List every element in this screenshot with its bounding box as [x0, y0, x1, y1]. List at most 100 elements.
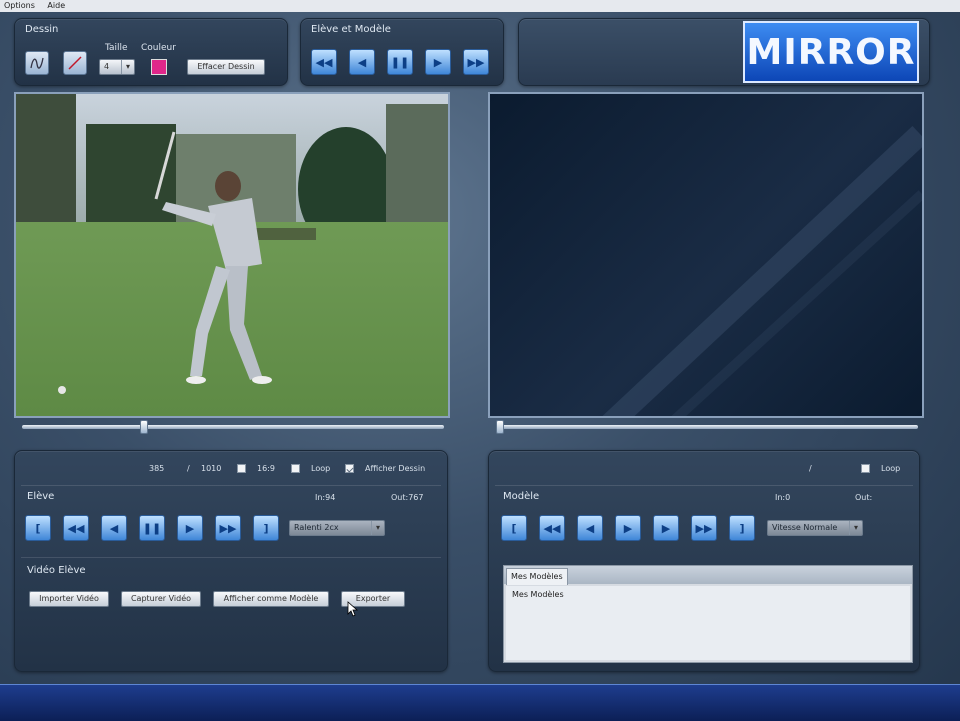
video-eleve-title: Vidéo Elève	[27, 565, 86, 576]
mark-in-button[interactable]: [	[25, 515, 51, 541]
logo-panel: MIRROR	[518, 18, 930, 86]
fast-forward-icon: ▶▶	[219, 521, 237, 535]
afficher-modele-button[interactable]: Afficher comme Modèle	[213, 591, 329, 607]
step-forward-button[interactable]: ▶	[177, 515, 203, 541]
pause-icon: ❚❚	[142, 521, 162, 535]
logo-text: MIRROR	[746, 31, 916, 73]
video-placeholder	[602, 125, 922, 416]
importer-video-button[interactable]: Importer Vidéo	[29, 591, 109, 607]
divider	[21, 557, 441, 558]
modele-step-forward-button[interactable]: ▶	[653, 515, 679, 541]
step-backward-icon: ◀	[585, 521, 595, 535]
modele-timeline-thumb[interactable]	[496, 420, 504, 434]
eleve-section-title: Elève	[27, 491, 55, 502]
menu-options[interactable]: Options	[0, 1, 41, 10]
taskbar	[0, 684, 960, 721]
mirror-logo: MIRROR	[743, 21, 919, 83]
capturer-video-button[interactable]: Capturer Vidéo	[121, 591, 201, 607]
bracket-right-icon: ]	[739, 521, 745, 535]
modele-out-point: Out:	[855, 493, 873, 502]
eleve-timeline-slider[interactable]	[22, 425, 444, 429]
modele-timeline-slider[interactable]	[496, 425, 918, 429]
mouse-cursor-icon	[347, 601, 359, 617]
in-point: In:94	[315, 493, 336, 502]
eleve-speed-value: Ralenti 2cx	[294, 523, 339, 532]
sync-step-backward-button[interactable]: ◀	[349, 49, 375, 75]
modele-loop-label: Loop	[881, 464, 901, 473]
modele-speed-select[interactable]: Vitesse Normale ▾	[767, 520, 863, 536]
modele-in-point: In:0	[775, 493, 791, 502]
eleve-video[interactable]	[14, 92, 450, 418]
sync-fast-forward-button[interactable]: ▶▶	[463, 49, 489, 75]
eleve-speed-select[interactable]: Ralenti 2cx ▾	[289, 520, 385, 536]
frame-separator: /	[187, 464, 190, 473]
fast-backward-icon: ◀◀	[315, 55, 333, 69]
mes-modeles-list: Mes Modèles	[506, 586, 910, 660]
fast-backward-button[interactable]: ◀◀	[63, 515, 89, 541]
out-point: Out:767	[391, 493, 424, 502]
frame-total: 1010	[201, 464, 222, 473]
modele-mark-in-button[interactable]: [	[501, 515, 527, 541]
golfer-video-frame	[16, 94, 448, 416]
list-item[interactable]: Mes Modèles	[512, 590, 564, 599]
menu-bar: Options Aide	[0, 0, 960, 12]
dessin-title: Dessin	[25, 24, 59, 35]
eleve-modele-title: Elève et Modèle	[311, 24, 391, 35]
menu-aide[interactable]: Aide	[43, 1, 71, 10]
modele-play-button[interactable]: ▶	[615, 515, 641, 541]
eleve-timeline-thumb[interactable]	[140, 420, 148, 434]
step-forward-icon: ▶	[661, 521, 671, 535]
effacer-dessin-button[interactable]: Effacer Dessin	[187, 59, 265, 75]
fast-backward-icon: ◀◀	[543, 521, 561, 535]
modele-mark-out-button[interactable]: ]	[729, 515, 755, 541]
step-forward-icon: ▶	[433, 55, 443, 69]
pause-icon: ❚❚	[390, 55, 410, 69]
mark-out-button[interactable]: ]	[253, 515, 279, 541]
modele-video[interactable]	[488, 92, 924, 418]
fast-forward-icon: ▶▶	[467, 55, 485, 69]
step-forward-icon: ▶	[185, 521, 195, 535]
dessin-panel: Dessin Taille 4 ▾ Couleur Effacer Dessin	[14, 18, 288, 86]
freehand-icon	[30, 57, 44, 69]
ratio-label: 16:9	[257, 464, 275, 473]
divider	[495, 485, 913, 486]
tab-label: Mes Modèles	[511, 572, 563, 581]
mes-modeles-box: Mes Modèles Mes Modèles	[503, 565, 913, 663]
step-backward-icon: ◀	[109, 521, 119, 535]
fast-forward-button[interactable]: ▶▶	[215, 515, 241, 541]
loop-checkbox[interactable]	[291, 464, 300, 473]
modele-loop-checkbox[interactable]	[861, 464, 870, 473]
modele-control-panel: / Loop Modèle In:0 Out: [ ◀◀ ◀ ▶ ▶ ▶▶ ] …	[488, 450, 920, 672]
modele-speed-value: Vitesse Normale	[772, 523, 838, 532]
taille-select[interactable]: 4 ▾	[99, 59, 135, 75]
couleur-swatch[interactable]	[151, 59, 167, 75]
modele-step-backward-button[interactable]: ◀	[577, 515, 603, 541]
eleve-modele-panel: Elève et Modèle ◀◀ ◀ ❚❚ ▶ ▶▶	[300, 18, 504, 86]
sync-pause-button[interactable]: ❚❚	[387, 49, 413, 75]
freehand-draw-button[interactable]	[25, 51, 49, 75]
bracket-left-icon: [	[35, 521, 41, 535]
afficher-dessin-label: Afficher Dessin	[365, 464, 426, 473]
eleve-control-panel: 385 / 1010 16:9 Loop Afficher Dessin Elè…	[14, 450, 448, 672]
sync-fast-backward-button[interactable]: ◀◀	[311, 49, 337, 75]
line-draw-button[interactable]	[63, 51, 87, 75]
bracket-right-icon: ]	[263, 521, 269, 535]
fast-backward-icon: ◀◀	[67, 521, 85, 535]
step-backward-button[interactable]: ◀	[101, 515, 127, 541]
loop-label: Loop	[311, 464, 331, 473]
modele-fast-backward-button[interactable]: ◀◀	[539, 515, 565, 541]
sync-step-forward-button[interactable]: ▶	[425, 49, 451, 75]
divider	[21, 485, 441, 486]
afficher-dessin-checkbox[interactable]	[345, 464, 354, 473]
ratio-checkbox[interactable]	[237, 464, 246, 473]
modele-section-title: Modèle	[503, 491, 540, 502]
play-icon: ▶	[623, 521, 633, 535]
chevron-down-icon: ▾	[371, 521, 384, 535]
modele-fast-forward-button[interactable]: ▶▶	[691, 515, 717, 541]
tab-mes-modeles[interactable]: Mes Modèles	[506, 568, 568, 585]
modele-frame-separator: /	[809, 464, 812, 473]
pause-button[interactable]: ❚❚	[139, 515, 165, 541]
frame-current: 385	[149, 464, 165, 473]
chevron-down-icon: ▾	[121, 60, 134, 74]
taille-value: 4	[104, 62, 110, 71]
